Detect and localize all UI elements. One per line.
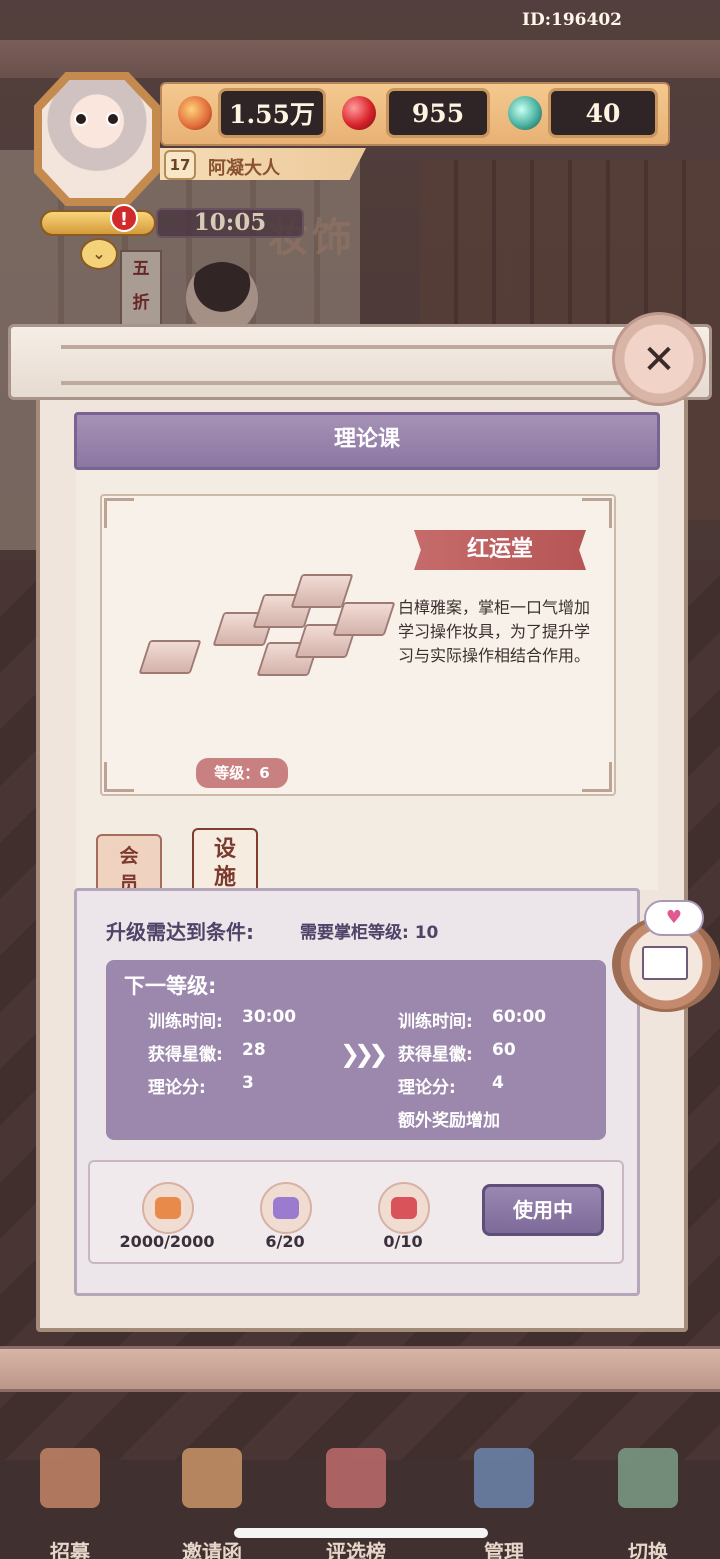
- nav-invitation[interactable]: 邀请函: [168, 1448, 256, 1559]
- requirement-label: 升级需达到条件:: [106, 920, 254, 944]
- alert-icon: !: [110, 204, 138, 232]
- resource-peach-coin[interactable]: 1.55万: [218, 88, 326, 138]
- resource-value: 40: [585, 98, 621, 128]
- next-level-title: 下一等级:: [124, 974, 217, 998]
- tab-label: 设: [213, 837, 236, 862]
- bottom-nav: 招募 邀请函 评选榜 管理 切换: [0, 1430, 720, 1559]
- next-stat-value: 4: [492, 1073, 504, 1093]
- nav-ranking[interactable]: 评选榜: [312, 1448, 400, 1559]
- current-stat-label: 理论分:: [148, 1078, 206, 1098]
- next-stat-label: 训练时间:: [398, 1012, 473, 1032]
- current-stat-value: 3: [242, 1073, 254, 1093]
- manage-icon: [474, 1448, 534, 1508]
- avatar-face: [70, 108, 124, 138]
- requirement-value: 需要掌柜等级: 10: [300, 923, 439, 943]
- invitation-icon: [182, 1448, 242, 1508]
- nav-label: 邀请函: [182, 1540, 242, 1559]
- red-gem-icon: [342, 96, 376, 130]
- resource-jade-orb[interactable]: 40: [548, 88, 658, 138]
- player-id: ID:196402: [522, 10, 622, 30]
- current-stat-value: 30:00: [242, 1007, 297, 1027]
- avatar-portrait: [42, 80, 152, 198]
- extra-reward-text: 额外奖励增加: [398, 1111, 500, 1131]
- jade-orb-icon: [508, 96, 542, 130]
- next-stat-value: 60: [492, 1040, 516, 1060]
- nav-label: 评选榜: [326, 1540, 386, 1559]
- card-corner: [582, 762, 612, 792]
- bottom-decor-rail: [0, 1346, 720, 1392]
- ranking-icon: [326, 1448, 386, 1508]
- recruit-icon: [40, 1448, 100, 1508]
- heart-icon: ♥: [644, 900, 704, 936]
- cost-amount: 2000/2000: [119, 1232, 215, 1251]
- nav-recruit[interactable]: 招募: [26, 1448, 114, 1559]
- player-level-badge: 17: [164, 150, 196, 180]
- desk-icon: [332, 602, 396, 636]
- nav-label: 切换: [628, 1540, 668, 1559]
- heart-peach-icon: [142, 1182, 194, 1234]
- resource-value: 955: [411, 98, 465, 128]
- cost-amount: 0/10: [383, 1232, 423, 1251]
- desk-icon: [138, 640, 202, 674]
- nav-label: 管理: [484, 1540, 524, 1559]
- peach-coin-icon: [178, 96, 212, 130]
- nav-label: 招募: [50, 1540, 90, 1559]
- current-stat-label: 获得星徽:: [148, 1045, 223, 1065]
- modal-title: 理论课: [333, 427, 400, 452]
- resource-value: 1.55万: [229, 100, 315, 129]
- current-stat-label: 训练时间:: [148, 1012, 223, 1032]
- expand-chevron-icon[interactable]: ⌄: [80, 238, 118, 270]
- red-ingot-icon: [378, 1182, 430, 1234]
- facility-description: 白樟雅案，掌柜一口气增加学习操作妆具，为了提升学习与实际操作相结合作用。: [398, 598, 591, 665]
- facility-name: 红运堂: [466, 537, 533, 562]
- book-icon: [642, 946, 688, 980]
- modal-roof-frame: [8, 324, 712, 400]
- map-switch-icon: [618, 1448, 678, 1508]
- upgrade-arrow-icon: ❯❯❯: [340, 1040, 388, 1068]
- home-indicator[interactable]: [234, 1528, 488, 1538]
- card-corner: [104, 762, 134, 792]
- next-stat-label: 获得星徽:: [398, 1045, 473, 1065]
- close-icon: ✕: [642, 337, 676, 383]
- purple-ingot-icon: [260, 1182, 312, 1234]
- next-stat-label: 理论分:: [398, 1078, 456, 1098]
- facility-level: 等级：6: [196, 758, 288, 788]
- scroll-icon[interactable]: [40, 210, 156, 236]
- card-corner: [104, 498, 134, 528]
- in-use-button[interactable]: 使用中: [482, 1184, 604, 1236]
- tab-label: 会: [119, 845, 139, 867]
- event-timer: 10:05: [156, 208, 304, 238]
- nav-manage[interactable]: 管理: [460, 1448, 548, 1559]
- cost-amount: 6/20: [265, 1232, 305, 1251]
- resource-red-gem[interactable]: 955: [386, 88, 490, 138]
- nav-switch[interactable]: 切换: [604, 1448, 692, 1559]
- player-name: 阿凝大人: [208, 158, 280, 179]
- card-corner: [582, 498, 612, 528]
- close-button[interactable]: ✕: [612, 312, 706, 406]
- current-stat-value: 28: [242, 1040, 266, 1060]
- next-stat-value: 60:00: [492, 1007, 547, 1027]
